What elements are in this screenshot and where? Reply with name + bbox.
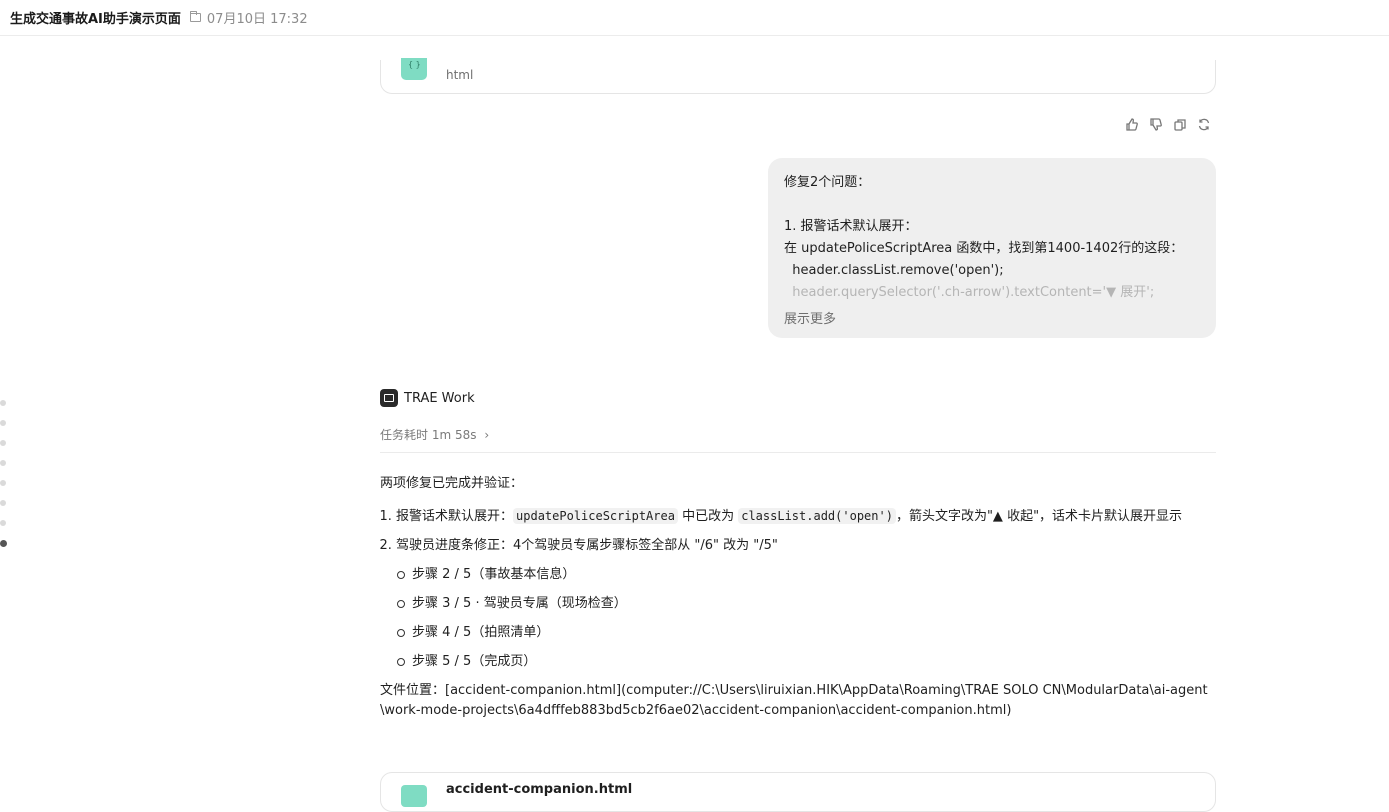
copy-icon[interactable] bbox=[1174, 116, 1186, 131]
show-more-link[interactable]: 展示更多 bbox=[784, 309, 836, 331]
like-icon[interactable] bbox=[1126, 116, 1138, 131]
fix-item-1-prefix: 报警话术默认展开： bbox=[396, 509, 514, 524]
agent-name: TRAE Work bbox=[404, 390, 475, 406]
step-list: 步骤 2 / 5（事故基本信息） 步骤 3 / 5 · 驾驶员专属（现场检查） … bbox=[396, 565, 1220, 672]
step-item: 步骤 5 / 5（完成页） bbox=[397, 652, 1220, 672]
elapsed-text: 任务耗时 1m 58s bbox=[380, 428, 477, 442]
fix-item-2: 驾驶员进度条修正：4个驾驶员专属步骤标签全部从 "/6" 改为 "/5" 步骤 … bbox=[396, 536, 1220, 672]
page-title: 生成交通事故AI助手演示页面 bbox=[10, 12, 181, 27]
result-file-card[interactable]: accident-companion.html bbox=[380, 772, 1216, 812]
user-line-1: 修复2个问题： bbox=[784, 175, 871, 190]
fix-item-2-text: 驾驶员进度条修正：4个驾驶员专属步骤标签全部从 "/6" 改为 "/5" bbox=[396, 538, 778, 553]
user-message-bubble: 修复2个问题： ​ 1. 报警话术默认展开： 在 updatePoliceScr… bbox=[768, 158, 1216, 338]
refresh-icon[interactable] bbox=[1198, 116, 1210, 131]
code-function-name: updatePoliceScriptArea bbox=[513, 508, 678, 524]
nav-dot[interactable] bbox=[0, 520, 6, 526]
chevron-right-icon: › bbox=[484, 428, 490, 442]
message-actions bbox=[1126, 116, 1210, 131]
user-line-4: 在 updatePoliceScriptArea 函数中，找到第1400-140… bbox=[784, 241, 1184, 256]
nav-dot[interactable] bbox=[0, 420, 6, 426]
nav-dot-active[interactable] bbox=[0, 540, 7, 547]
divider bbox=[380, 452, 1216, 453]
previous-file-card[interactable]: html bbox=[380, 58, 1216, 94]
session-date: 07月10日 17:32 bbox=[206, 12, 308, 27]
user-line-3: 1. 报警话术默认展开： bbox=[784, 219, 918, 234]
user-line-faded: header.querySelector('.ch-arrow').textCo… bbox=[784, 285, 1155, 300]
top-bar: 生成交通事故AI助手演示页面 07月10日 17:32 bbox=[0, 0, 1389, 36]
file-location[interactable]: 文件位置：[accident-companion.html](computer:… bbox=[380, 681, 1220, 721]
file-icon bbox=[401, 58, 427, 80]
nav-dot[interactable] bbox=[0, 440, 6, 446]
file-icon bbox=[401, 785, 427, 807]
fix-item-1-mid: 中已改为 bbox=[677, 509, 739, 524]
file-kind: html bbox=[446, 68, 474, 82]
agent-answer: 两项修复已完成并验证： 报警话术默认展开：updatePoliceScriptA… bbox=[380, 474, 1220, 721]
fix-item-1: 报警话术默认展开：updatePoliceScriptArea 中已改为 cla… bbox=[396, 506, 1220, 527]
nav-dot[interactable] bbox=[0, 480, 6, 486]
step-item: 步骤 3 / 5 · 驾驶员专属（现场检查） bbox=[397, 594, 1220, 614]
folder-icon[interactable] bbox=[189, 11, 201, 22]
trae-logo-icon bbox=[380, 389, 398, 407]
fix-item-1-suffix: ，箭头文字改为"▲ 收起"，话术卡片默认展开显示 bbox=[895, 509, 1183, 524]
fix-list: 报警话术默认展开：updatePoliceScriptArea 中已改为 cla… bbox=[380, 506, 1220, 672]
nav-dot[interactable] bbox=[0, 460, 6, 466]
step-item: 步骤 2 / 5（事故基本信息） bbox=[397, 565, 1220, 585]
dislike-icon[interactable] bbox=[1150, 116, 1162, 131]
agent-header: TRAE Work bbox=[380, 389, 475, 407]
step-item: 步骤 4 / 5（拍照清单） bbox=[397, 623, 1220, 643]
nav-dot[interactable] bbox=[0, 500, 6, 506]
code-classlist-add: classList.add('open') bbox=[738, 508, 896, 524]
answer-intro: 两项修复已完成并验证： bbox=[380, 476, 524, 491]
user-line-5: header.classList.remove('open'); bbox=[784, 263, 1004, 278]
task-elapsed[interactable]: 任务耗时 1m 58s › bbox=[380, 426, 489, 443]
user-line-2: ​ bbox=[784, 194, 1200, 216]
nav-dot[interactable] bbox=[0, 400, 6, 406]
